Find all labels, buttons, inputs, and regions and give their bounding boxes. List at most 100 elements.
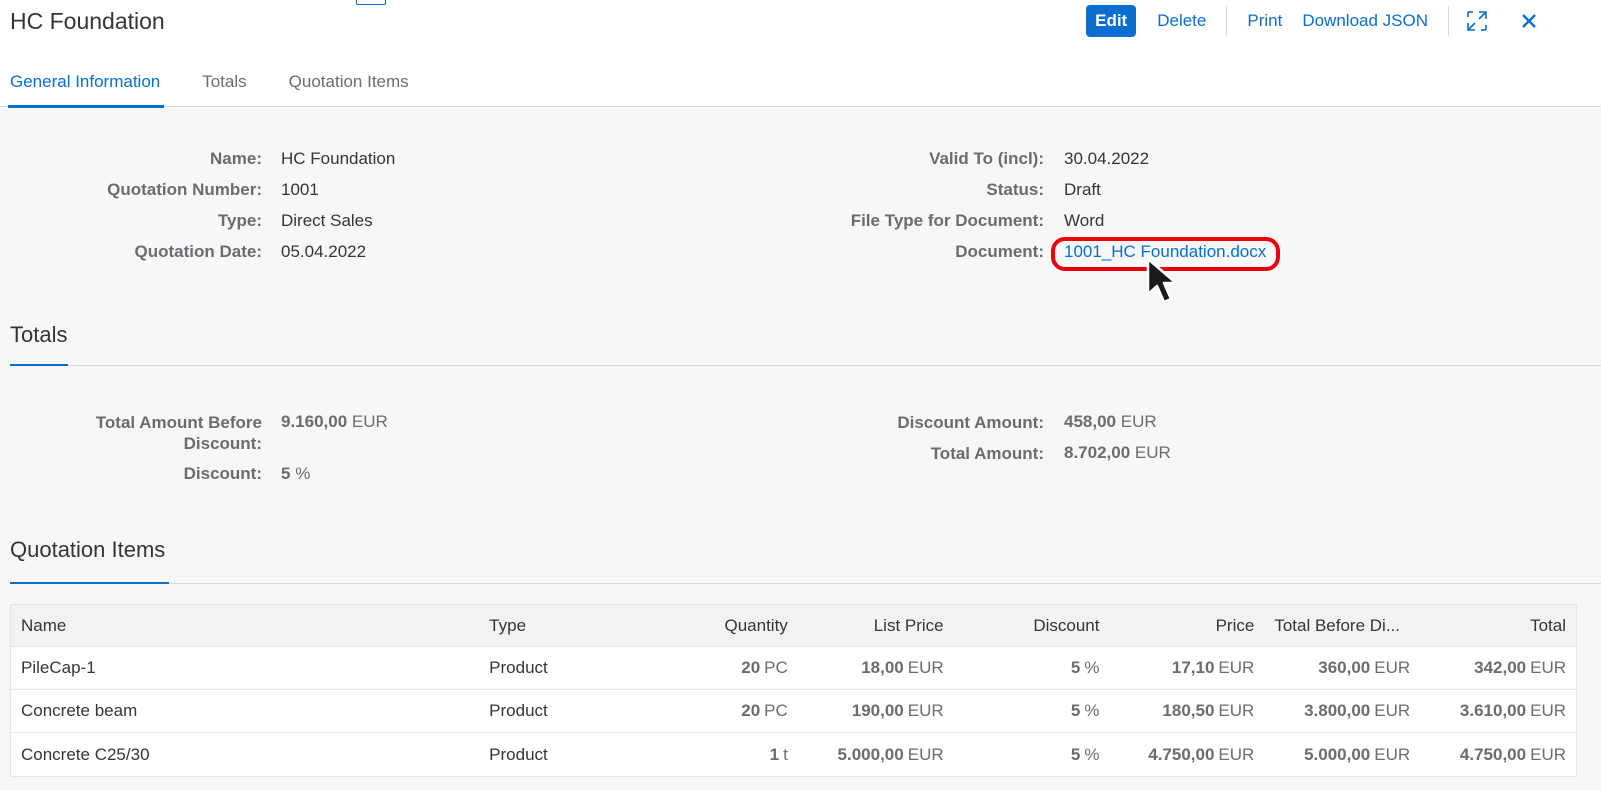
download-json-button[interactable]: Download JSON [1292, 5, 1438, 37]
tab-quotation-items[interactable]: Quotation Items [287, 62, 411, 107]
currency-unit: EUR [1374, 701, 1411, 720]
column-header-total[interactable]: Total [1420, 605, 1576, 646]
quotation-number-label: Quotation Number: [107, 180, 262, 199]
item-total-before-discount: 3.800,00 EUR [1264, 690, 1420, 732]
discount-value: 5 % [281, 463, 310, 485]
print-button[interactable]: Print [1237, 5, 1292, 37]
item-total-before-discount: 5.000,00 EUR [1264, 733, 1420, 776]
discount-number: 5 [1070, 701, 1081, 720]
section-divider [10, 365, 1601, 366]
quantity-unit: PC [764, 701, 788, 720]
item-price: 180,50 EUR [1109, 690, 1264, 732]
section-title-underline [10, 364, 68, 366]
item-price: 4.750,00 EUR [1109, 733, 1264, 776]
delete-button[interactable]: Delete [1147, 5, 1216, 37]
name-label: Name: [210, 149, 262, 168]
focus-marker [356, 0, 386, 5]
price-number: 17,10 [1171, 658, 1215, 677]
currency-unit: EUR [1134, 443, 1171, 462]
status-value: Draft [1064, 180, 1101, 199]
total-number: 4.750,00 [1459, 744, 1527, 764]
quotation-date-label: Quotation Date: [134, 242, 263, 261]
section-divider [10, 583, 1601, 584]
discount-number: 5 [1070, 744, 1081, 764]
column-header-type[interactable]: Type [479, 605, 646, 646]
currency-unit: EUR [1530, 701, 1567, 720]
item-total: 4.750,00 EUR [1420, 733, 1576, 776]
anchor-bar: General Information Totals Quotation Ite… [8, 62, 449, 108]
table-row[interactable]: Concrete beam Product 20 PC 190,00 EUR 5% … [11, 690, 1576, 733]
discount-number: 5 [281, 464, 291, 483]
tab-general-information[interactable]: General Information [8, 62, 165, 108]
table-row[interactable]: Concrete C25/30 Product 1t 5.000,00 EUR 5… [11, 733, 1576, 776]
item-name: PileCap-1 [21, 658, 96, 677]
percent-unit: % [1084, 701, 1100, 720]
total-amount-value: 8.702,00 EUR [1064, 442, 1171, 464]
currency-unit: EUR [907, 658, 944, 677]
toolbar-separator [1226, 6, 1228, 36]
file-type-value: Word [1064, 211, 1105, 230]
discount-number: 5 [1070, 658, 1081, 677]
total-number: 3.610,00 [1459, 701, 1527, 720]
total-before-number: 360,00 [1318, 658, 1371, 677]
item-quantity: 20 PC [646, 647, 798, 689]
column-header-total-before-discount[interactable]: Total Before Di... [1264, 605, 1420, 646]
list-price-number: 5.000,00 [837, 744, 904, 764]
item-total: 3.610,00 EUR [1420, 690, 1576, 732]
total-before-discount-label: Total Amount Before Discount: [40, 412, 262, 454]
item-discount: 5% [954, 733, 1110, 776]
currency-unit: EUR [1218, 658, 1255, 677]
total-number: 342,00 [1474, 658, 1527, 677]
edit-button[interactable]: Edit [1086, 5, 1137, 37]
type-value: Direct Sales [281, 211, 373, 230]
column-header-quantity[interactable]: Quantity [646, 605, 798, 646]
item-name: Concrete beam [21, 701, 138, 720]
item-discount: 5% [954, 647, 1110, 689]
object-page-header: HC Foundation Edit Delete Print Download… [0, 0, 1601, 108]
currency-unit: EUR [1374, 744, 1411, 764]
mouse-pointer-icon [1146, 257, 1178, 304]
item-type: Product [489, 658, 548, 677]
currency-unit: EUR [907, 744, 944, 764]
toolbar-separator [1448, 6, 1449, 36]
item-quantity: 20 PC [646, 690, 798, 732]
column-header-discount[interactable]: Discount [954, 605, 1110, 646]
table-row[interactable]: PileCap-1 Product 20 PC 18,00 EUR 5% 17,10… [11, 647, 1576, 690]
total-amount-label: Total Amount: [930, 444, 1044, 463]
item-list-price: 190,00 EUR [798, 690, 954, 732]
tab-totals[interactable]: Totals [200, 62, 248, 107]
quotation-number-value: 1001 [281, 180, 319, 199]
column-header-price[interactable]: Price [1109, 605, 1264, 646]
total-before-discount-label-line1: Total Amount Before [95, 413, 262, 432]
currency-unit: EUR [351, 412, 388, 431]
total-before-discount-label-line2: Discount: [183, 434, 262, 453]
quantity-unit: PC [764, 658, 788, 677]
column-header-list-price[interactable]: List Price [798, 605, 954, 646]
total-before-number: 5.000,00 [1304, 744, 1371, 764]
valid-to-label: Valid To (incl): [929, 149, 1044, 168]
type-label: Type: [217, 211, 262, 230]
item-list-price: 18,00 EUR [798, 647, 954, 689]
close-icon[interactable] [1511, 5, 1547, 37]
valid-to-value: 30.04.2022 [1064, 149, 1150, 168]
item-list-price: 5.000,00 EUR [798, 733, 954, 776]
quotation-items-table: Name Type Quantity List Price Discount P… [10, 604, 1577, 777]
document-label: Document: [955, 242, 1044, 261]
quotation-items-section-title: Quotation Items [10, 537, 166, 562]
table-header: Name Type Quantity List Price Discount P… [11, 605, 1576, 647]
quotation-date-value: 05.04.2022 [281, 242, 367, 261]
item-type: Product [489, 701, 548, 720]
exit-fullscreen-icon[interactable] [1459, 5, 1495, 37]
column-header-name[interactable]: Name [11, 605, 479, 646]
currency-unit: EUR [1120, 412, 1157, 431]
discount-amount-number: 458,00 [1064, 412, 1116, 431]
page-title: HC Foundation [10, 8, 165, 34]
quantity-number: 20 [741, 658, 761, 677]
currency-unit: EUR [1218, 701, 1255, 720]
item-quantity: 1t [646, 733, 798, 776]
total-before-discount-value: 9.160,00 EUR [281, 411, 388, 433]
name-value: HC Foundation [281, 149, 396, 168]
list-price-number: 18,00 [861, 658, 904, 677]
total-before-number: 3.800,00 [1304, 701, 1371, 720]
price-number: 4.750,00 [1148, 744, 1215, 764]
